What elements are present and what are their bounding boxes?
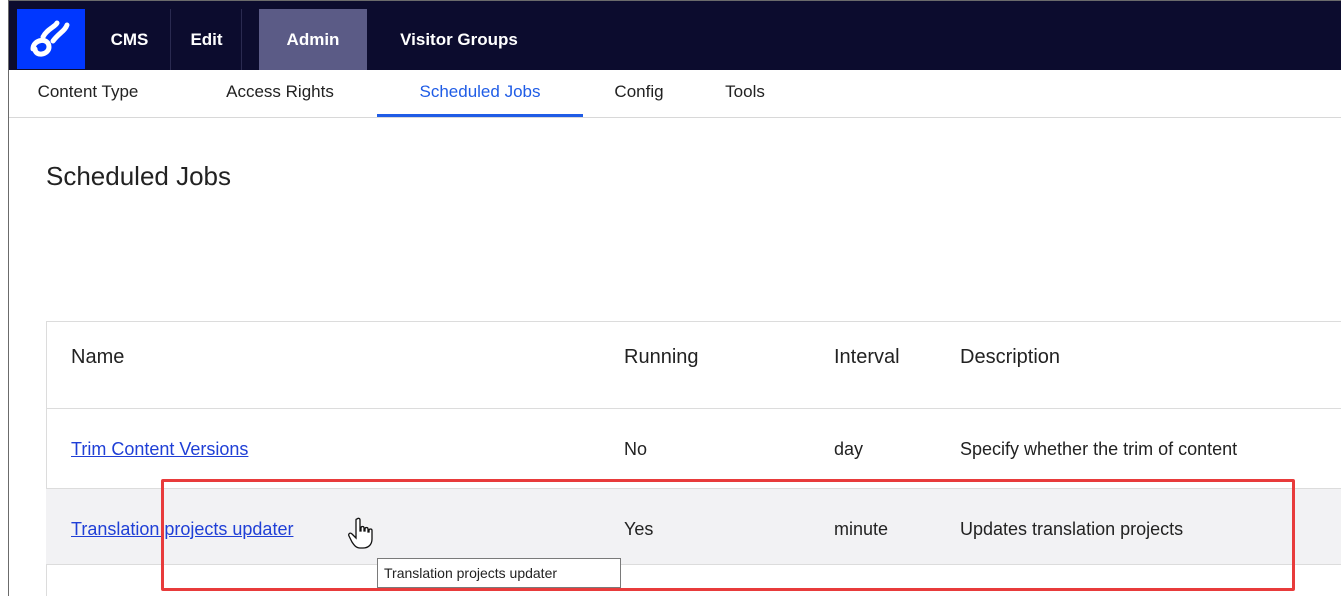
- tab-tools[interactable]: Tools: [707, 70, 783, 114]
- job-description-value: Specify whether the trim of content: [960, 439, 1238, 459]
- page-title: Scheduled Jobs: [46, 161, 232, 191]
- tab-content-type[interactable]: Content Type: [23, 70, 153, 114]
- logo-glyph: [30, 20, 70, 57]
- header-divider: [46, 408, 1341, 409]
- column-header-interval: Interval: [834, 346, 900, 368]
- topnav-admin[interactable]: Admin: [259, 9, 367, 70]
- column-header-running: Running: [624, 346, 699, 368]
- tooltip: Translation projects updater: [377, 558, 621, 588]
- topnav-visitor-groups[interactable]: Visitor Groups: [369, 9, 549, 70]
- tab-access-rights[interactable]: Access Rights: [205, 70, 355, 114]
- topnav-edit[interactable]: Edit: [172, 9, 242, 70]
- admin-subnav: Content Type Access Rights Scheduled Job…: [9, 70, 1341, 118]
- job-interval-value: day: [834, 439, 864, 459]
- tab-scheduled-jobs[interactable]: Scheduled Jobs: [377, 70, 583, 117]
- optimizely-logo-icon[interactable]: [17, 9, 85, 69]
- tab-config[interactable]: Config: [599, 70, 679, 114]
- annotation-highlight-box: [161, 479, 1295, 591]
- column-header-description: Description: [960, 346, 1061, 368]
- hand-pointer-icon: [348, 517, 376, 556]
- job-link-trim-content-versions[interactable]: Trim Content Versions: [71, 439, 248, 460]
- job-running-value: No: [624, 439, 648, 459]
- app-window: CMS Edit Admin Visitor Groups Content Ty…: [8, 0, 1341, 596]
- top-navigation-bar: CMS Edit Admin Visitor Groups: [9, 1, 1341, 70]
- topnav-cms[interactable]: CMS: [89, 9, 171, 70]
- column-header-name: Name: [71, 346, 125, 368]
